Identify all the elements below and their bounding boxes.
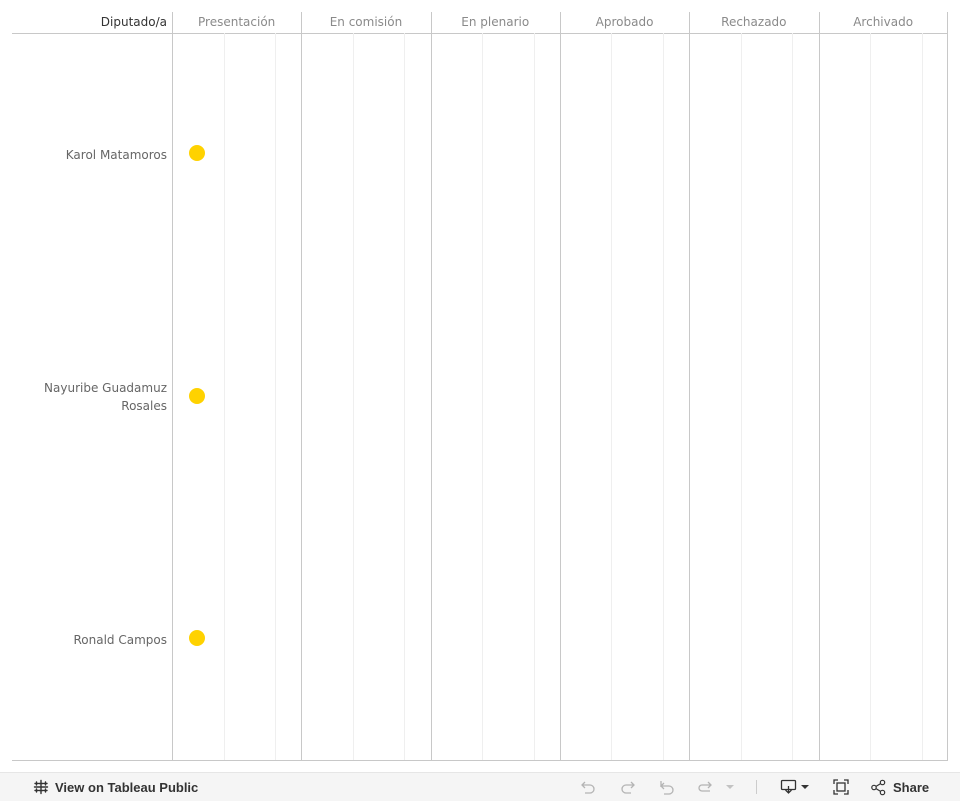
status-marker[interactable] bbox=[189, 388, 205, 404]
column-separator bbox=[431, 12, 432, 760]
viz-area: Diputado/a Presentación En comisión En ple… bbox=[0, 0, 960, 772]
grid-line bbox=[741, 33, 742, 760]
revert-icon[interactable] bbox=[658, 773, 676, 801]
refresh-icon[interactable] bbox=[696, 773, 714, 801]
view-on-tableau-label: View on Tableau Public bbox=[55, 779, 199, 795]
grid-line bbox=[224, 33, 225, 760]
fullscreen-icon[interactable] bbox=[832, 773, 850, 801]
undo-icon[interactable] bbox=[579, 773, 597, 801]
row-label: Karol Matamoros bbox=[65, 148, 167, 162]
tableau-toolbar: View on Tableau Public Share bbox=[0, 772, 960, 801]
row-label: Nayuribe Guadamuz Rosales bbox=[44, 381, 167, 413]
dropdown-caret-icon[interactable] bbox=[724, 773, 736, 801]
column-separator bbox=[301, 12, 302, 760]
tableau-logo-icon bbox=[33, 779, 49, 795]
column-separator bbox=[819, 12, 820, 760]
bottom-rule bbox=[12, 760, 948, 761]
column-header: En plenario bbox=[461, 15, 530, 29]
row-label: Ronald Campos bbox=[73, 633, 168, 647]
redo-icon[interactable] bbox=[619, 773, 637, 801]
column-separator bbox=[560, 12, 561, 760]
column-separator bbox=[172, 12, 173, 760]
column-separator bbox=[947, 12, 948, 760]
grid-line bbox=[663, 33, 664, 760]
column-header: Archivado bbox=[853, 15, 914, 29]
status-marker[interactable] bbox=[189, 630, 205, 646]
share-button[interactable]: Share bbox=[870, 773, 929, 801]
grid-line bbox=[611, 33, 612, 760]
toolbar-divider bbox=[756, 780, 757, 794]
column-header: Presentación bbox=[198, 15, 276, 29]
column-header: Rechazado bbox=[721, 15, 787, 29]
share-icon bbox=[870, 779, 887, 796]
share-label: Share bbox=[893, 779, 930, 795]
grid-line bbox=[534, 33, 535, 760]
grid-line bbox=[404, 33, 405, 760]
grid-line bbox=[482, 33, 483, 760]
status-marker[interactable] bbox=[189, 145, 205, 161]
grid-line bbox=[275, 33, 276, 760]
download-icon[interactable] bbox=[780, 773, 810, 801]
grid-line bbox=[792, 33, 793, 760]
column-header: En comisión bbox=[329, 15, 403, 29]
column-header: Aprobado bbox=[595, 15, 654, 29]
column-separator bbox=[689, 12, 690, 760]
grid-line bbox=[870, 33, 871, 760]
view-on-tableau-button[interactable]: View on Tableau Public bbox=[33, 773, 198, 801]
grid-line bbox=[353, 33, 354, 760]
grid-line bbox=[922, 33, 923, 760]
row-header-label: Diputado/a bbox=[100, 15, 167, 29]
